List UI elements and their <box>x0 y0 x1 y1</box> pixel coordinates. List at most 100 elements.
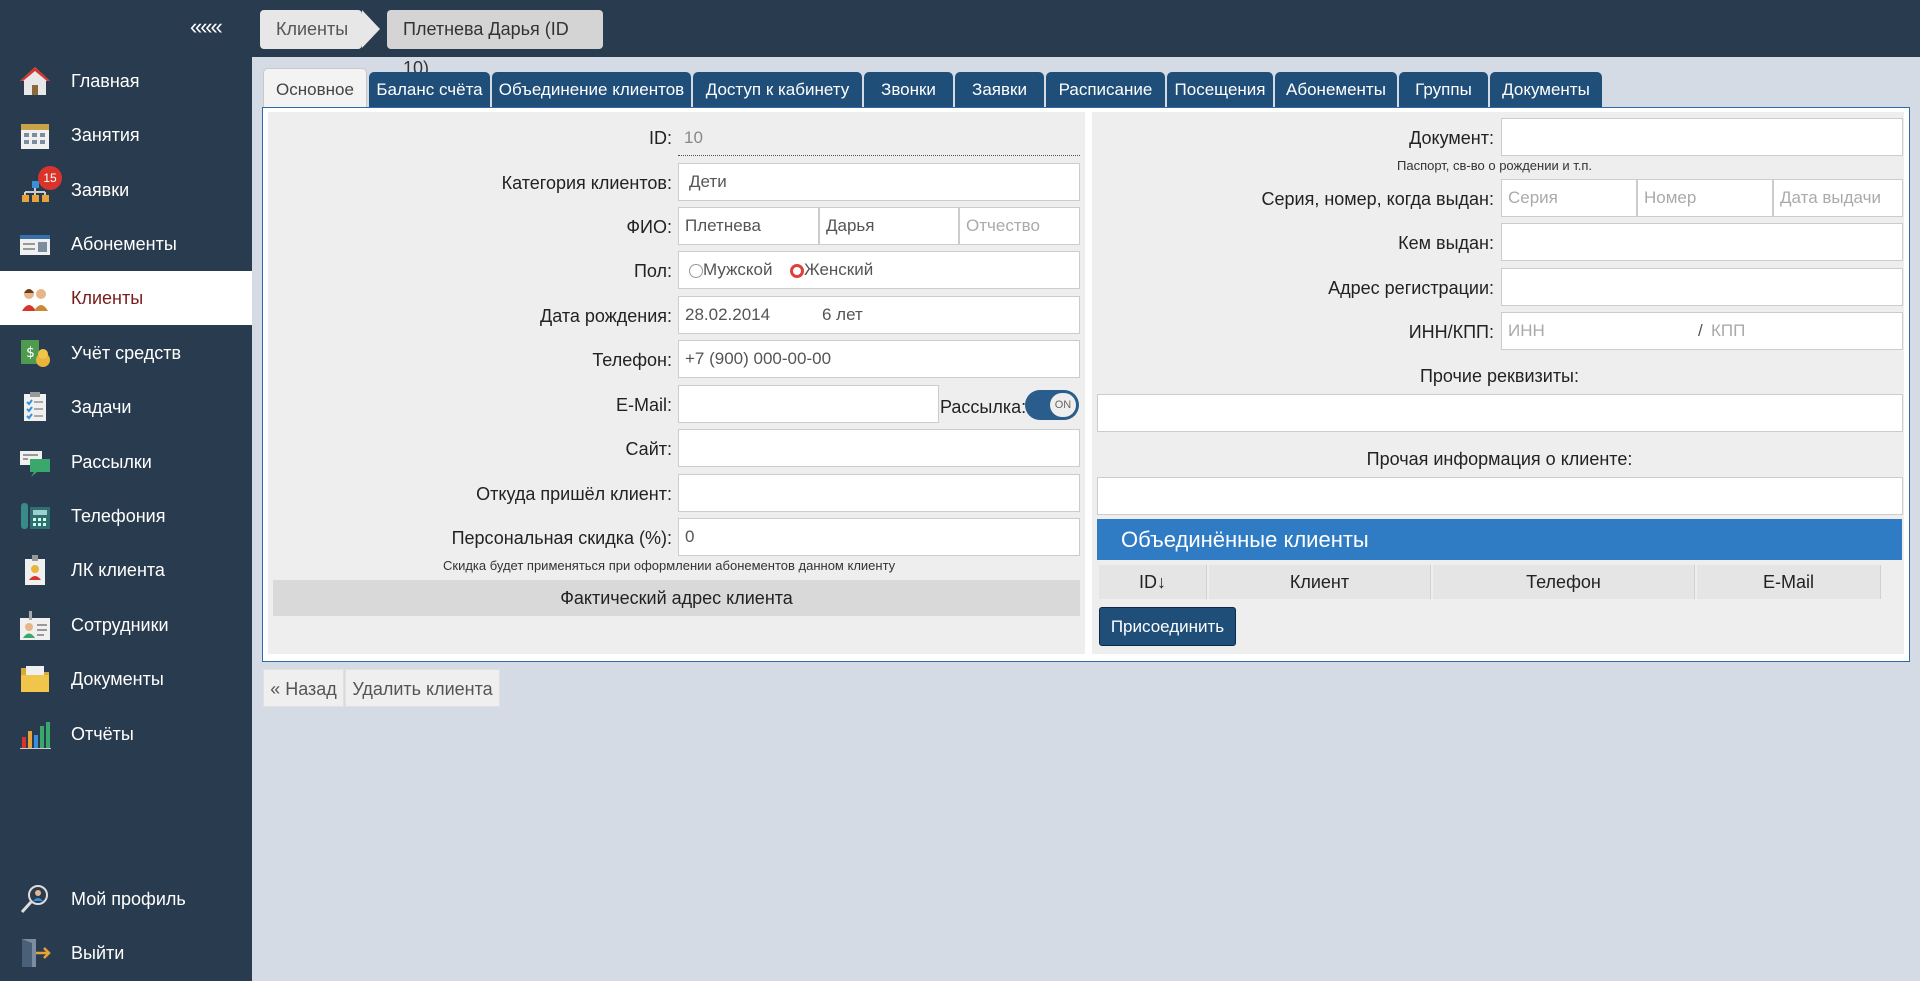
issued-by-field[interactable] <box>1501 223 1903 261</box>
issue-date-field[interactable]: Дата выдачи <box>1773 179 1903 217</box>
sidebar-item-finance[interactable]: $ Учёт средств <box>0 326 252 380</box>
requests-icon: 15 <box>17 166 62 208</box>
money-icon: $ <box>17 335 53 371</box>
email-label: E-Mail: <box>615 395 672 415</box>
tab-visits[interactable]: Посещения <box>1167 72 1273 108</box>
id-underline <box>678 155 1080 156</box>
collapse-sidebar-button[interactable]: ««« <box>190 14 223 40</box>
sidebar-item-staff[interactable]: Сотрудники <box>0 598 252 652</box>
kpp-input[interactable]: КПП <box>1711 313 1745 349</box>
document-label: Документ: <box>1409 128 1494 148</box>
profile-icon <box>17 881 53 917</box>
phone-label: Телефон: <box>592 350 672 370</box>
sidebar-item-label: Занятия <box>71 124 140 145</box>
sidebar-logout-label: Выйти <box>71 942 125 963</box>
id-value: 10 <box>684 128 703 147</box>
discount-hint: Скидка будет применяться при оформлении … <box>443 558 896 573</box>
connect-client-button[interactable]: Присоединить <box>1099 607 1236 646</box>
breadcrumb-current: Плетнева Дарья (ID 10) <box>387 10 603 78</box>
tab-documents[interactable]: Документы <box>1490 72 1602 108</box>
tab-schedule[interactable]: Расписание <box>1046 72 1165 108</box>
mailing-label: Рассылка: <box>940 397 1027 417</box>
sidebar-item-client-cabinet[interactable]: ЛК клиента <box>0 543 252 597</box>
tab-balance[interactable]: Баланс счёта <box>369 72 490 108</box>
sidebar-item-clients[interactable]: Клиенты <box>0 271 252 325</box>
discount-field[interactable]: 0 <box>678 518 1080 556</box>
first-name-field[interactable]: Дарья <box>819 207 959 245</box>
tab-main[interactable]: Основное <box>263 68 367 108</box>
mailing-toggle[interactable]: ON <box>1025 390 1079 420</box>
middle-name-field[interactable]: Отчество <box>959 207 1080 245</box>
site-field[interactable] <box>678 429 1080 467</box>
other-info-field[interactable] <box>1097 477 1903 515</box>
clients-icon <box>17 280 53 316</box>
gender-field: Мужской Женский <box>678 251 1080 289</box>
sidebar-item-label: Заявки <box>71 179 130 200</box>
calendar-icon <box>17 117 53 153</box>
fact-address-section[interactable]: Фактический адрес клиента <box>273 580 1080 616</box>
column-header-id[interactable]: ID↓ <box>1099 565 1207 599</box>
tab-cabinet-access[interactable]: Доступ к кабинету <box>693 72 862 108</box>
site-label: Сайт: <box>625 439 672 459</box>
source-field[interactable] <box>678 474 1080 512</box>
tab-calls[interactable]: Звонки <box>864 72 953 108</box>
sidebar-item-logout[interactable]: Выйти <box>0 926 252 980</box>
sidebar-item-requests[interactable]: 15 Заявки <box>0 163 252 217</box>
other-requisites-field[interactable] <box>1097 394 1903 432</box>
delete-client-button[interactable]: Удалить клиента <box>345 669 500 707</box>
gender-female-label: Женский <box>803 260 874 279</box>
sidebar-item-reports[interactable]: Отчёты <box>0 707 252 761</box>
phone-field[interactable]: +7 (900) 000-00-00 <box>678 340 1080 378</box>
sidebar-item-label: Отчёты <box>71 723 134 744</box>
tab-groups[interactable]: Группы <box>1399 72 1488 108</box>
document-field[interactable] <box>1501 118 1903 156</box>
sidebar-profile-label: Мой профиль <box>71 888 186 909</box>
number-field[interactable]: Номер <box>1637 179 1773 217</box>
mailing-icon <box>17 444 53 480</box>
tab-merge-clients[interactable]: Объединение клиентов <box>492 72 691 108</box>
sidebar-item-home[interactable]: Главная <box>0 54 252 108</box>
sidebar-item-mailings[interactable]: Рассылки <box>0 435 252 489</box>
tab-requests[interactable]: Заявки <box>955 72 1044 108</box>
back-button[interactable]: « Назад <box>263 669 344 707</box>
reg-address-field[interactable] <box>1501 268 1903 306</box>
tasks-icon <box>17 389 53 425</box>
phone-icon <box>17 498 53 534</box>
staff-icon <box>17 607 53 643</box>
id-label: ID: <box>648 128 672 148</box>
column-header-email[interactable]: E-Mail <box>1697 565 1881 599</box>
inn-input[interactable]: ИНН <box>1508 321 1545 340</box>
column-header-phone[interactable]: Телефон <box>1433 565 1695 599</box>
document-hint: Паспорт, св-во о рождении и т.п. <box>1397 158 1592 173</box>
sidebar-item-label: Учёт средств <box>71 342 182 363</box>
category-select[interactable]: Дети <box>678 163 1080 201</box>
breadcrumb-clients[interactable]: Клиенты <box>260 10 362 49</box>
requests-badge: 15 <box>38 166 62 190</box>
merged-clients-header: Объединённые клиенты <box>1097 519 1902 560</box>
birth-date-field[interactable]: 28.02.2014 6 лет <box>678 296 1080 334</box>
sidebar-item-lessons[interactable]: Занятия <box>0 108 252 162</box>
sidebar-item-documents[interactable]: Документы <box>0 652 252 706</box>
sidebar-item-tasks[interactable]: Задачи <box>0 380 252 434</box>
sidebar-item-profile[interactable]: Мой профиль <box>0 872 252 926</box>
mailing-toggle-knob: ON <box>1050 393 1076 417</box>
tab-subscriptions[interactable]: Абонементы <box>1275 72 1397 108</box>
email-field[interactable] <box>678 385 939 423</box>
last-name-field[interactable]: Плетнева <box>678 207 819 245</box>
issued-by-label: Кем выдан: <box>1398 233 1494 253</box>
sidebar-item-telephony[interactable]: Телефония <box>0 489 252 543</box>
client-cabinet-icon <box>17 552 53 588</box>
gender-male-label: Мужской <box>703 260 773 279</box>
sidebar-item-subscriptions[interactable]: Абонементы <box>0 217 252 271</box>
gender-male-radio[interactable] <box>689 263 703 278</box>
other-info-label: Прочая информация о клиенте: <box>1366 449 1633 469</box>
inn-separator: / <box>1698 321 1703 340</box>
series-field[interactable]: Серия <box>1501 179 1637 217</box>
sidebar-item-label: Сотрудники <box>71 614 169 635</box>
column-header-client[interactable]: Клиент <box>1209 565 1431 599</box>
sidebar: ««« Главная Занятия 15 Заявки Абонементы… <box>0 0 252 981</box>
gender-female-radio[interactable] <box>789 263 804 278</box>
series-label: Серия, номер, когда выдан: <box>1261 189 1495 209</box>
logout-icon <box>17 935 53 971</box>
sidebar-item-label: Телефония <box>71 505 166 526</box>
